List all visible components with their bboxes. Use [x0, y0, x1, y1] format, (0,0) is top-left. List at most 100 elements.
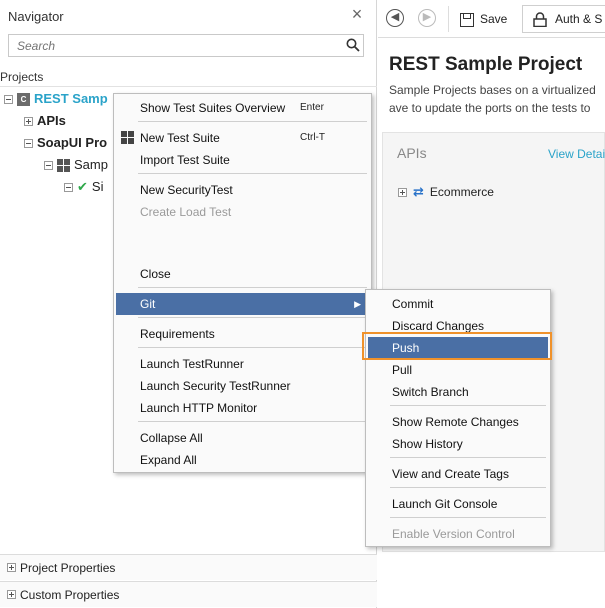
tree-item-soapui-label: SoapUI Pro — [37, 135, 108, 150]
menu-item-label: New SecurityTest — [140, 183, 233, 197]
menu-item-import-test-suite[interactable]: Import Test Suite — [116, 149, 369, 171]
auth-button[interactable]: Auth & S — [522, 5, 605, 33]
menu-item-requirements[interactable]: Requirements — [116, 323, 369, 345]
api-item-ecommerce[interactable]: ⇄ Ecommerce — [398, 184, 494, 200]
menu-item-show-history[interactable]: Show History — [368, 433, 548, 455]
api-item-label: Ecommerce — [429, 185, 494, 199]
tree-item-project[interactable]: C REST Samp — [4, 89, 108, 109]
menu-item-commit[interactable]: Commit — [368, 293, 548, 315]
lock-icon — [533, 12, 547, 27]
menu-item-label: Show Test Suites Overview — [140, 101, 286, 115]
menu-item-label: Switch Branch — [392, 385, 469, 399]
menu-separator — [138, 121, 367, 122]
custom-properties-bar[interactable]: Custom Properties — [0, 581, 377, 607]
menu-item-enable-version-control: Enable Version Control — [368, 523, 548, 545]
expand-icon[interactable] — [7, 563, 16, 572]
menu-item-label: View and Create Tags — [392, 467, 509, 481]
back-icon[interactable]: ◀ — [386, 9, 404, 27]
menu-separator — [390, 487, 546, 488]
projects-label: Projects — [0, 70, 44, 84]
menu-item-pull[interactable]: Pull — [368, 359, 548, 381]
menu-separator — [390, 517, 546, 518]
view-details-link[interactable]: View Detail — [548, 147, 605, 161]
menu-item-label: Launch TestRunner — [140, 357, 244, 371]
tree-item-test-suite[interactable]: Samp — [44, 155, 108, 175]
editor-toolbar: ◀ ▶ Save Auth & S — [378, 0, 605, 38]
expand-icon[interactable] — [24, 117, 33, 127]
menu-item-label: Close — [140, 267, 171, 281]
menu-item-label: Commit — [392, 297, 434, 311]
menu-separator — [390, 405, 546, 406]
tree-item-test-case[interactable]: ✔ Si — [64, 177, 103, 197]
menu-item-discard-changes[interactable]: Discard Changes — [368, 315, 548, 337]
expand-icon[interactable] — [398, 188, 407, 198]
menu-item-label: Show Remote Changes — [392, 415, 519, 429]
menu-separator — [138, 287, 367, 288]
menu-item-label: Requirements — [140, 327, 215, 341]
menu-separator — [138, 421, 367, 422]
menu-item-label: Launch Security TestRunner — [140, 379, 291, 393]
collapse-icon[interactable] — [4, 95, 13, 105]
menu-item-launch-testrunner[interactable]: Launch TestRunner — [116, 353, 369, 375]
search-input[interactable] — [9, 35, 329, 56]
menu-item-label: New Test Suite — [140, 131, 220, 145]
rest-api-icon: ⇄ — [413, 184, 424, 199]
save-button[interactable]: Save — [454, 6, 513, 32]
menu-item-expand-all[interactable]: Expand All — [116, 449, 369, 471]
menu-item-launch-git-console[interactable]: Launch Git Console — [368, 493, 548, 515]
menu-item-shortcut: Enter — [300, 102, 324, 113]
auth-label: Auth & S — [555, 12, 603, 26]
menu-item-git[interactable]: Git ▶ — [116, 293, 369, 315]
tree-item-test-suite-label: Samp — [74, 157, 108, 172]
menu-item-label: Expand All — [140, 453, 197, 467]
custom-properties-label: Custom Properties — [20, 588, 120, 602]
menu-item-label: Collapse All — [140, 431, 203, 445]
menu-item-shortcut: Ctrl-T — [300, 132, 325, 143]
forward-icon[interactable]: ▶ — [418, 9, 436, 27]
menu-item-label: Create Load Test — [140, 205, 232, 219]
menu-item-create-load-test: Create Load Test — [116, 201, 369, 223]
git-submenu: Commit Discard Changes Push Pull Switch … — [365, 289, 551, 547]
menu-separator — [390, 457, 546, 458]
menu-item-label: Enable Version Control — [392, 527, 515, 541]
check-icon: ✔ — [77, 179, 88, 194]
menu-separator — [138, 347, 367, 348]
collapse-icon[interactable] — [44, 161, 53, 171]
save-icon — [460, 12, 474, 27]
menu-item-collapse-all[interactable]: Collapse All — [116, 427, 369, 449]
project-properties-bar[interactable]: Project Properties — [0, 554, 377, 580]
search-icon[interactable] — [346, 38, 360, 52]
menu-item-new-security-test[interactable]: New SecurityTest — [116, 179, 369, 201]
tree-item-apis[interactable]: APIs — [24, 111, 66, 131]
projects-divider — [0, 86, 377, 87]
collapse-icon[interactable] — [64, 183, 73, 193]
menu-item-launch-security-testrunner[interactable]: Launch Security TestRunner — [116, 375, 369, 397]
menu-item-label: Push — [392, 341, 420, 355]
close-icon[interactable]: × — [348, 5, 366, 23]
tree-item-project-label: REST Samp — [34, 91, 108, 106]
expand-icon[interactable] — [7, 590, 16, 599]
menu-item-show-remote-changes[interactable]: Show Remote Changes — [368, 411, 548, 433]
menu-item-switch-branch[interactable]: Switch Branch — [368, 381, 548, 403]
menu-separator — [138, 173, 367, 174]
menu-item-label: Discard Changes — [392, 319, 485, 333]
apis-section-title: APIs — [397, 145, 427, 161]
menu-item-label: Launch Git Console — [392, 497, 498, 511]
menu-item-label: Import Test Suite — [140, 153, 230, 167]
menu-item-new-test-suite[interactable]: New Test Suite Ctrl-T — [116, 127, 369, 149]
save-label: Save — [480, 12, 508, 26]
collapse-icon[interactable] — [24, 139, 33, 149]
menu-separator — [138, 317, 367, 318]
menu-item-close[interactable]: Close — [116, 263, 369, 285]
menu-item-launch-http-monitor[interactable]: Launch HTTP Monitor — [116, 397, 369, 419]
search-box — [8, 34, 364, 57]
tree-item-test-case-label: Si — [91, 179, 104, 194]
submenu-arrow-icon: ▶ — [354, 299, 361, 309]
navigator-title: Navigator — [8, 9, 64, 24]
menu-item-show-test-suites-overview[interactable]: Show Test Suites Overview Enter — [116, 97, 369, 119]
tree-item-soapui-project[interactable]: SoapUI Pro — [24, 133, 107, 153]
menu-item-push[interactable]: Push — [368, 337, 548, 359]
menu-item-view-and-create-tags[interactable]: View and Create Tags — [368, 463, 548, 485]
project-description: Sample Projects bases on a virtualized — [389, 83, 596, 97]
page-title: REST Sample Project — [389, 54, 583, 75]
